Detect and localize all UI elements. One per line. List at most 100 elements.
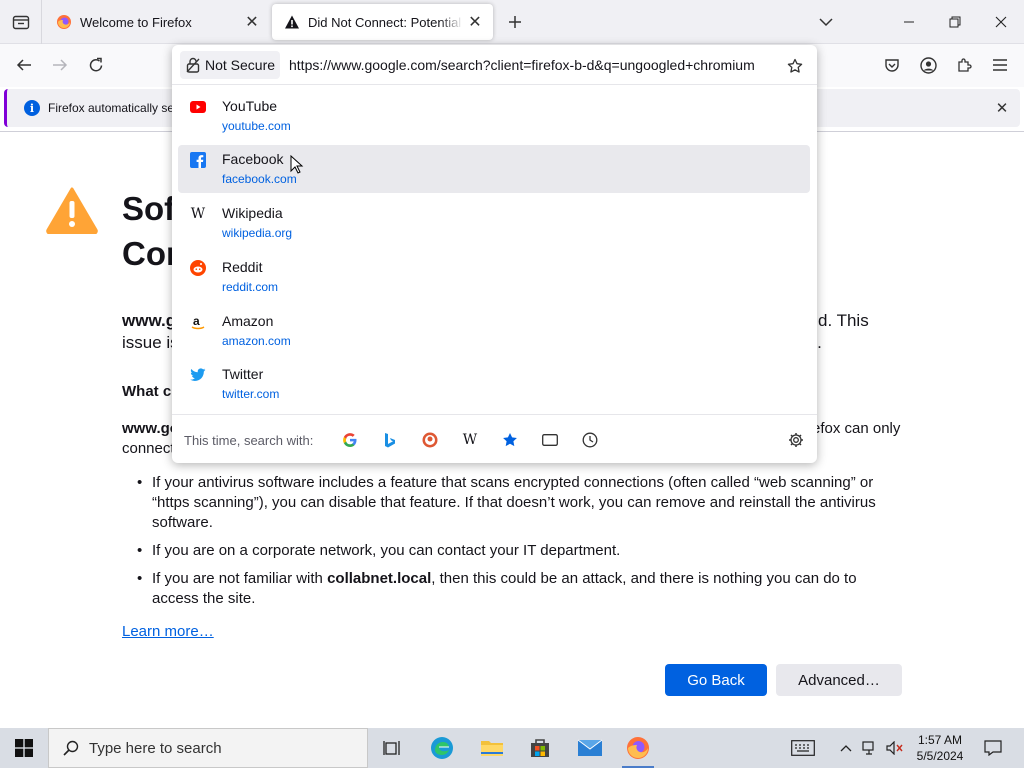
back-button[interactable] [8, 49, 40, 81]
suggestion-wikipedia[interactable]: W Wikipedia wikipedia.org [178, 199, 810, 247]
volume-muted-icon [886, 741, 903, 755]
history-icon[interactable] [580, 430, 600, 450]
reload-button[interactable] [80, 49, 112, 81]
firefox-taskbar-button[interactable] [614, 728, 662, 768]
system-clock[interactable]: 1:57 AM 5/5/2024 [910, 732, 970, 764]
tab-did-not-connect[interactable]: Did Not Connect: Potential Security Issu… [272, 4, 493, 40]
menu-button[interactable] [984, 49, 1016, 81]
mail-icon [577, 739, 603, 756]
suggestion-reddit[interactable]: Reddit reddit.com [178, 253, 810, 301]
tab-title: Welcome to Firefox [80, 14, 192, 30]
what-can-you-do-tail: efox can only [812, 420, 901, 437]
hamburger-menu-icon [993, 59, 1007, 71]
facebook-icon [190, 152, 206, 168]
firefox-icon [57, 15, 71, 29]
url-input[interactable]: https://www.google.com/search?client=fir… [289, 57, 755, 73]
new-tab-button[interactable] [503, 10, 527, 34]
account-icon [919, 56, 937, 74]
advanced-button[interactable]: Advanced… [776, 664, 902, 696]
action-center-button[interactable] [978, 728, 1008, 768]
firefox-icon [627, 737, 649, 759]
host-name: www.g [122, 311, 177, 330]
duckduckgo-icon[interactable] [420, 430, 440, 450]
suggestion-facebook[interactable]: Facebook facebook.com [178, 145, 810, 193]
warning-icon [285, 15, 299, 29]
suggestion-name: Reddit [222, 259, 263, 275]
network-icon [862, 741, 874, 755]
suggestion-url: amazon.com [222, 334, 291, 348]
firefox-view-button[interactable] [0, 0, 42, 44]
arrow-right-icon [53, 59, 68, 71]
twitter-icon [190, 367, 206, 383]
account-button[interactable] [912, 49, 944, 81]
keyboard-tray-button[interactable] [788, 728, 818, 768]
search-placeholder: Type here to search [89, 739, 222, 757]
star-icon [787, 58, 803, 73]
store-taskbar-button[interactable] [516, 728, 564, 768]
plus-icon [509, 16, 521, 28]
suggestion-amazon[interactable]: a Amazon amazon.com [178, 307, 810, 355]
error-description-tail1: d. This [818, 311, 869, 330]
start-button[interactable] [0, 728, 48, 768]
bookmark-star-button[interactable] [784, 55, 806, 77]
taskbar-search-box[interactable]: Type here to search [48, 728, 368, 768]
tabs-icon[interactable] [540, 430, 560, 450]
firefox-view-icon [12, 15, 29, 30]
close-notification-icon[interactable]: ✕ [992, 98, 1012, 118]
not-secure-label: Not Secure [205, 57, 276, 73]
bookmarks-icon[interactable] [500, 430, 520, 450]
minimize-icon [904, 21, 914, 23]
forward-button[interactable] [44, 49, 76, 81]
minimize-button[interactable] [886, 0, 932, 44]
page-title-line1: Sof [122, 190, 176, 227]
page-title-line2: Cor [122, 235, 179, 272]
close-window-button[interactable] [978, 0, 1024, 44]
info-icon: i [24, 100, 40, 116]
what-can-you-do-line2: connect [122, 440, 175, 457]
store-icon [531, 739, 549, 757]
suggestion-youtube[interactable]: YouTube youtube.com [178, 92, 810, 140]
reddit-icon [190, 260, 206, 276]
host-name: www.go [122, 420, 179, 437]
close-icon [995, 16, 1007, 28]
suggestion-name: Wikipedia [222, 205, 283, 221]
extensions-button[interactable] [948, 49, 980, 81]
warning-icon [46, 187, 98, 234]
volume-tray-button[interactable] [884, 728, 906, 768]
windows-icon [15, 739, 33, 757]
google-icon[interactable] [340, 430, 360, 450]
keyboard-icon [791, 740, 815, 756]
close-tab-icon[interactable]: ✕ [463, 10, 487, 34]
pocket-button[interactable] [876, 49, 908, 81]
task-view-button[interactable] [368, 728, 416, 768]
suggestion-name: Amazon [222, 313, 274, 329]
what-can-you-do-text: www.go connect [122, 419, 179, 459]
suggestion-twitter[interactable]: Twitter twitter.com [178, 360, 810, 408]
list-all-tabs-button[interactable] [814, 10, 838, 34]
chevron-down-icon [819, 18, 833, 27]
file-explorer-taskbar-button[interactable] [468, 728, 516, 768]
list-item: If you are on a corporate network, you c… [137, 541, 907, 561]
tab-welcome[interactable]: Welcome to Firefox ✕ [44, 0, 270, 44]
list-item: If your antivirus software includes a fe… [137, 473, 907, 533]
close-tab-icon[interactable]: ✕ [240, 10, 264, 34]
suggestion-name: YouTube [222, 98, 278, 114]
show-hidden-icons-button[interactable] [836, 728, 856, 768]
go-back-button[interactable]: Go Back [665, 664, 767, 696]
network-tray-button[interactable] [860, 728, 880, 768]
what-can-you-do-heading: What c [122, 383, 172, 400]
bing-icon[interactable] [380, 430, 400, 450]
folder-icon [481, 741, 503, 756]
gear-icon[interactable] [786, 430, 806, 450]
learn-more-link[interactable]: Learn more… [122, 623, 214, 640]
edge-taskbar-button[interactable] [418, 728, 466, 768]
mail-taskbar-button[interactable] [566, 728, 614, 768]
wikipedia-icon[interactable]: W [460, 430, 480, 450]
chevron-up-icon [840, 745, 852, 752]
tab-strip: Welcome to Firefox ✕ Did Not Connect: Po… [0, 0, 1024, 44]
suggestion-url: youtube.com [222, 119, 291, 133]
restore-button[interactable] [932, 0, 978, 44]
urlbar[interactable]: Not Secure https://www.google.com/search… [172, 45, 817, 85]
mouse-cursor-icon [290, 155, 304, 174]
not-secure-indicator[interactable]: Not Secure [180, 51, 280, 79]
